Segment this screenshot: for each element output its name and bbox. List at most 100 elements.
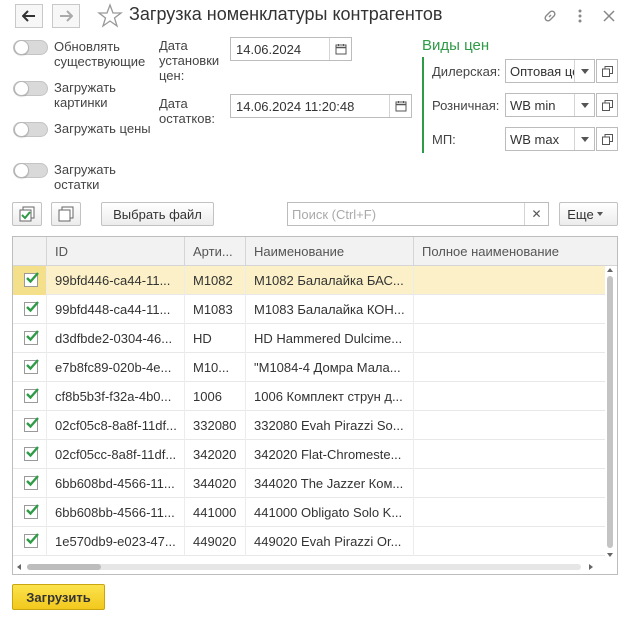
col-fullname-header[interactable]: Полное наименование xyxy=(414,237,617,266)
table-row[interactable]: 1e570db9-e023-47... 449020 449020 Evah Pir… xyxy=(13,527,605,556)
choose-file-button[interactable]: Выбрать файл xyxy=(101,202,214,226)
calendar-icon[interactable] xyxy=(389,95,411,117)
check-all-button[interactable] xyxy=(12,202,42,226)
toggle-update-existing[interactable] xyxy=(13,40,48,55)
row-check-cell[interactable] xyxy=(13,411,47,440)
row-name: 1006 Комплект струн д... xyxy=(246,382,414,411)
row-check-cell[interactable] xyxy=(13,382,47,411)
row-check-cell[interactable] xyxy=(13,353,47,382)
chevron-down-icon[interactable] xyxy=(574,94,594,116)
row-article: 441000 xyxy=(185,498,246,527)
row-check-cell[interactable] xyxy=(13,440,47,469)
row-name: 344020 The Jazzer Ком... xyxy=(246,469,414,498)
row-checkbox[interactable] xyxy=(24,504,39,519)
price-types-title: Виды цен xyxy=(422,37,490,54)
page-title: Загрузка номенклатуры контрагентов xyxy=(129,4,443,24)
toggle-load-stock[interactable] xyxy=(13,163,48,178)
row-fullname xyxy=(414,295,605,324)
row-fullname xyxy=(414,440,605,469)
calendar-icon[interactable] xyxy=(329,38,351,60)
vertical-scrollbar[interactable] xyxy=(604,266,616,560)
toggle-knob xyxy=(14,40,29,55)
row-checkbox[interactable] xyxy=(24,272,39,287)
col-id-header[interactable]: ID xyxy=(47,237,185,266)
row-check-cell[interactable] xyxy=(13,498,47,527)
stock-date-field[interactable]: 14.06.2024 11:20:48 xyxy=(230,94,412,118)
row-checkbox[interactable] xyxy=(24,533,39,548)
row-id: 6bb608bb-4566-11... xyxy=(47,498,185,527)
row-checkbox[interactable] xyxy=(24,330,39,345)
retail-price-select[interactable]: WB min xyxy=(505,93,595,117)
stock-date-value: 14.06.2024 11:20:48 xyxy=(236,98,355,114)
row-id: cf8b5b3f-f32a-4b0... xyxy=(47,382,185,411)
table-row[interactable]: 02cf05c8-8a8f-11df... 332080 332080 Evah P… xyxy=(13,411,605,440)
table-header: ID Арти... Наименование Полное наименова… xyxy=(13,237,617,266)
checkmark-icon xyxy=(26,533,39,545)
row-check-cell[interactable] xyxy=(13,469,47,498)
table-row[interactable]: 6bb608bb-4566-11... 441000 441000 Obligato… xyxy=(13,498,605,527)
table-row[interactable]: e7b8fc89-020b-4e... M10... "M1084-4 Домра … xyxy=(13,353,605,382)
row-checkbox[interactable] xyxy=(24,446,39,461)
table-row[interactable]: cf8b5b3f-f32a-4b0... 1006 1006 Комплект ст… xyxy=(13,382,605,411)
row-fullname xyxy=(414,498,605,527)
mp-price-open-button[interactable] xyxy=(596,127,618,151)
load-button[interactable]: Загрузить xyxy=(12,584,105,610)
mp-price-label: МП: xyxy=(432,132,456,147)
row-check-cell[interactable] xyxy=(13,266,47,295)
forward-button[interactable] xyxy=(52,4,80,28)
back-button[interactable] xyxy=(15,4,43,28)
stock-date-label: Дата остатков: xyxy=(159,96,216,126)
row-article: M1082 xyxy=(185,266,246,295)
checkmark-icon xyxy=(26,272,39,284)
row-checkbox[interactable] xyxy=(24,301,39,316)
table-row[interactable]: 99bfd446-ca44-11... M1082 M1082 Балалайка … xyxy=(13,266,605,295)
toggle-load-images[interactable] xyxy=(13,81,48,96)
mp-price-select[interactable]: WB max xyxy=(505,127,595,151)
row-check-cell[interactable] xyxy=(13,324,47,353)
row-check-cell[interactable] xyxy=(13,527,47,556)
dealer-price-open-button[interactable] xyxy=(596,59,618,83)
search-placeholder: Поиск (Ctrl+F) xyxy=(292,206,377,222)
uncheck-all-button[interactable] xyxy=(51,202,81,226)
more-button[interactable]: Еще xyxy=(559,202,618,226)
toggle-update-existing-label: Обновлять существующие xyxy=(54,39,146,69)
items-table[interactable]: ID Арти... Наименование Полное наименова… xyxy=(12,236,618,575)
toggle-load-prices-label: Загружать цены xyxy=(54,121,151,136)
retail-price-open-button[interactable] xyxy=(596,93,618,117)
chevron-down-icon[interactable] xyxy=(574,128,594,150)
row-id: 99bfd446-ca44-11... xyxy=(47,266,185,295)
table-row[interactable]: 99bfd448-ca44-11... M1083 M1083 Балалайка … xyxy=(13,295,605,324)
install-date-field[interactable]: 14.06.2024 xyxy=(230,37,352,61)
row-name: M1082 Балалайка БАС... xyxy=(246,266,414,295)
checkmark-icon xyxy=(26,330,39,342)
close-icon[interactable] xyxy=(599,6,619,26)
open-window-icon xyxy=(601,133,613,145)
row-article: M10... xyxy=(185,353,246,382)
checkmark-icon xyxy=(26,301,39,313)
row-checkbox[interactable] xyxy=(24,359,39,374)
link-icon[interactable] xyxy=(540,6,560,26)
row-checkbox[interactable] xyxy=(24,388,39,403)
toggle-load-prices[interactable] xyxy=(13,122,48,137)
table-row[interactable]: d3dfbde2-0304-46... HD HD Hammered Dulcime… xyxy=(13,324,605,353)
toggle-load-stock-label: Загружать остатки xyxy=(54,162,116,192)
table-row[interactable]: 02cf05cc-8a8f-11df... 342020 342020 Flat-C… xyxy=(13,440,605,469)
chevron-down-icon[interactable] xyxy=(574,60,594,82)
table-row[interactable]: 6bb608bd-4566-11... 344020 344020 The Jazz… xyxy=(13,469,605,498)
favorite-star-icon[interactable] xyxy=(97,3,123,29)
row-article: 342020 xyxy=(185,440,246,469)
toggle-knob xyxy=(14,163,29,178)
col-name-header[interactable]: Наименование xyxy=(246,237,414,266)
clear-search-icon[interactable]: ✕ xyxy=(524,203,548,225)
row-checkbox[interactable] xyxy=(24,417,39,432)
row-check-cell[interactable] xyxy=(13,295,47,324)
horizontal-scrollbar[interactable] xyxy=(13,560,617,574)
checkmark-icon xyxy=(26,359,39,371)
more-vertical-icon[interactable] xyxy=(570,6,590,26)
dealer-price-select[interactable]: Оптовая це xyxy=(505,59,595,83)
search-input[interactable]: Поиск (Ctrl+F) ✕ xyxy=(287,202,549,226)
col-article-header[interactable]: Арти... xyxy=(185,237,246,266)
open-window-icon xyxy=(601,65,613,77)
row-checkbox[interactable] xyxy=(24,475,39,490)
uncheck-all-icon xyxy=(58,206,74,222)
